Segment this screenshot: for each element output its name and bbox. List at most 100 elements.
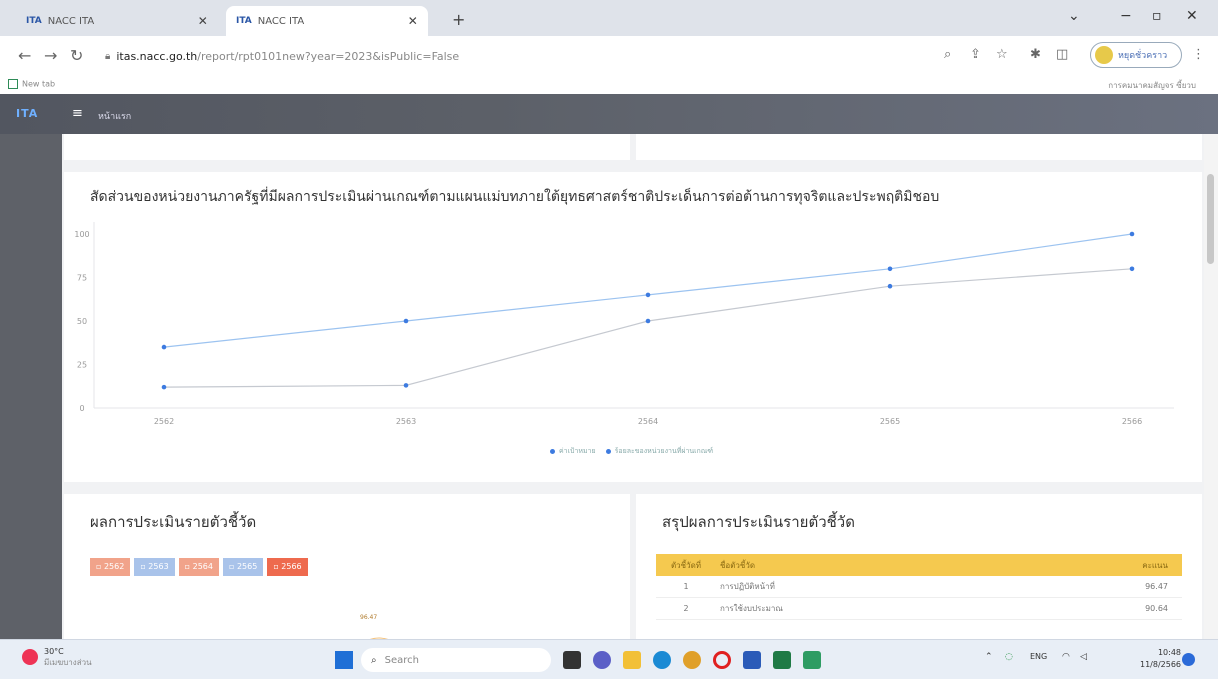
- year-chip[interactable]: ▫ 2563: [134, 558, 175, 576]
- data-point[interactable]: [887, 283, 893, 289]
- weather-icon: [22, 649, 38, 665]
- y-tick-label: 100: [74, 230, 89, 239]
- reload-icon[interactable]: ↻: [70, 46, 83, 65]
- edge-icon[interactable]: [653, 651, 671, 669]
- taskbar-search[interactable]: ⌕ Search: [361, 648, 551, 672]
- table-row[interactable]: 1 การปฏิบัติหน้าที่ 96.47: [656, 576, 1182, 598]
- wifi-icon[interactable]: ◠: [1062, 652, 1070, 662]
- app-logo[interactable]: ITA: [16, 107, 38, 120]
- restore-icon[interactable]: ▫: [1152, 8, 1162, 24]
- address-bar-row: ← → ↻ 🔒︎ itas.nacc.go.th /report/rpt0101…: [0, 36, 1218, 76]
- scrollbar-thumb[interactable]: [1207, 174, 1214, 264]
- summary-title: สรุปผลการประเมินรายตัวชี้วัด: [662, 513, 855, 531]
- bookmark-star-icon[interactable]: ☆: [996, 47, 1008, 62]
- avatar: [1095, 46, 1113, 64]
- weather-widget[interactable]: 30°C มีเมฆบางส่วน: [22, 646, 92, 668]
- chart-legend: ค่าเป้าหมาย ร้อยละของหน่วยงานที่ผ่านเกณฑ…: [550, 446, 713, 457]
- volume-icon[interactable]: ◁: [1080, 652, 1087, 662]
- radar-chart-partial: [370, 637, 388, 639]
- x-tick-label: 2566: [1122, 417, 1142, 426]
- favicon-icon: ITA: [26, 16, 42, 26]
- browser-tab-strip: ITA NACC ITA ✕ ITA NACC ITA ✕ + ⌄ − ▫ ✕: [0, 0, 1218, 36]
- series-line: [163, 268, 1133, 388]
- calculator-icon[interactable]: [803, 651, 821, 669]
- chevron-down-icon[interactable]: ⌄: [1068, 8, 1080, 24]
- data-point[interactable]: [161, 344, 167, 350]
- minimize-icon[interactable]: −: [1120, 8, 1132, 24]
- year-chip[interactable]: ▫ 2565: [222, 558, 264, 576]
- data-point[interactable]: [645, 292, 651, 298]
- summary-card-right: [636, 134, 1202, 160]
- chrome-icon[interactable]: [683, 651, 701, 669]
- task-view-icon[interactable]: [563, 651, 581, 669]
- new-tab-icon[interactable]: +: [452, 10, 465, 29]
- hamburger-menu-icon[interactable]: ≡: [72, 106, 83, 121]
- notification-icon[interactable]: [1182, 653, 1195, 666]
- language-indicator[interactable]: ENG: [1030, 652, 1047, 661]
- chart-card: สัดส่วนของหน่วยงานภาครัฐที่มีผลการประเมิ…: [64, 172, 1202, 482]
- favicon-icon: ITA: [236, 16, 252, 26]
- app-header: ITA ≡ หน้าแรก: [0, 94, 1218, 134]
- y-tick-label: 25: [77, 361, 87, 370]
- y-tick-label: 50: [77, 317, 87, 326]
- indicator-title: ผลการประเมินรายตัวชี้วัด: [90, 513, 257, 531]
- close-tab-icon[interactable]: ✕: [408, 14, 418, 28]
- forward-icon[interactable]: →: [44, 46, 57, 65]
- y-tick-label: 75: [77, 274, 87, 283]
- data-point[interactable]: [403, 383, 409, 388]
- close-tab-icon[interactable]: ✕: [198, 14, 208, 28]
- close-window-icon[interactable]: ✕: [1186, 8, 1198, 24]
- x-tick-label: 2563: [396, 417, 416, 426]
- zoom-icon[interactable]: ⌕: [944, 47, 951, 62]
- profile-label: หยุดชั่วคราว: [1118, 51, 1168, 61]
- lock-icon: 🔒︎: [105, 50, 111, 62]
- tray-app-icon[interactable]: ◌: [1005, 652, 1013, 662]
- legend-item[interactable]: ร้อยละของหน่วยงานที่ผ่านเกณฑ์: [605, 446, 713, 457]
- table-row[interactable]: 2 การใช้งบประมาณ 90.64: [656, 598, 1182, 620]
- word-icon[interactable]: [743, 651, 761, 669]
- side-panel-icon[interactable]: ◫: [1056, 47, 1068, 62]
- chart-title: สัดส่วนของหน่วยงานภาครัฐที่มีผลการประเมิ…: [90, 189, 940, 205]
- back-icon[interactable]: ←: [18, 46, 31, 65]
- file-explorer-icon[interactable]: [623, 651, 641, 669]
- summary-table: ตัวชี้วัดที่ ชื่อตัวชี้วัด คะแนน 1 การปฏ…: [656, 554, 1182, 620]
- bookmark-item[interactable]: New tab: [8, 79, 55, 89]
- more-menu-icon[interactable]: ⋮: [1192, 47, 1205, 62]
- legend-item[interactable]: ค่าเป้าหมาย: [550, 446, 596, 457]
- tray-chevron-icon[interactable]: ⌃: [985, 652, 993, 662]
- profile-button[interactable]: หยุดชั่วคราว: [1090, 42, 1182, 68]
- data-point[interactable]: [887, 266, 893, 272]
- x-tick-label: 2565: [880, 417, 900, 426]
- year-chip[interactable]: ▫ 2566: [267, 558, 308, 576]
- year-chips: ▫ 2562 ▫ 2563 ▫ 2564 ▫ 2565 ▫ 2566: [90, 558, 308, 576]
- main-content: สัดส่วนของหน่วยงานภาครัฐที่มีผลการประเมิ…: [62, 134, 1204, 639]
- excel-icon[interactable]: [773, 651, 791, 669]
- year-chip[interactable]: ▫ 2564: [178, 558, 219, 576]
- data-point[interactable]: [161, 384, 167, 390]
- search-icon: ⌕: [371, 654, 377, 666]
- tab-title: NACC ITA: [257, 15, 305, 27]
- y-tick-label: 0: [79, 404, 84, 413]
- windows-start-icon[interactable]: [335, 651, 353, 669]
- browser-tab-1[interactable]: ITA NACC ITA ✕: [16, 6, 218, 36]
- browser-tab-2[interactable]: ITA NACC ITA ✕: [226, 6, 428, 36]
- data-point[interactable]: [645, 318, 651, 324]
- url-host: itas.nacc.go.th: [116, 49, 198, 63]
- taskbar-clock[interactable]: 10:48 11/8/2566: [1140, 647, 1181, 671]
- table-header: ตัวชี้วัดที่ ชื่อตัวชี้วัด คะแนน: [656, 554, 1182, 576]
- url-field[interactable]: 🔒︎ itas.nacc.go.th /report/rpt0101new?ye…: [105, 43, 985, 69]
- data-point[interactable]: [1129, 266, 1135, 272]
- bookmarks-bar: New tab การคมนาคมสัญจร ซี้ยวบ: [0, 76, 1218, 94]
- sidebar: [0, 134, 62, 639]
- data-point[interactable]: [1129, 231, 1135, 237]
- home-link[interactable]: หน้าแรก: [98, 109, 131, 123]
- page-scrollbar[interactable]: [1204, 134, 1218, 639]
- chat-icon[interactable]: [593, 651, 611, 669]
- share-icon[interactable]: ⇪: [970, 47, 981, 62]
- opera-icon[interactable]: [713, 651, 731, 669]
- extensions-icon[interactable]: ✱: [1030, 47, 1041, 62]
- radar-value-label: 96.47: [360, 614, 378, 621]
- bookmark-user[interactable]: การคมนาคมสัญจร ซี้ยวบ: [1108, 79, 1196, 92]
- data-point[interactable]: [403, 318, 409, 324]
- year-chip[interactable]: ▫ 2562: [90, 558, 131, 576]
